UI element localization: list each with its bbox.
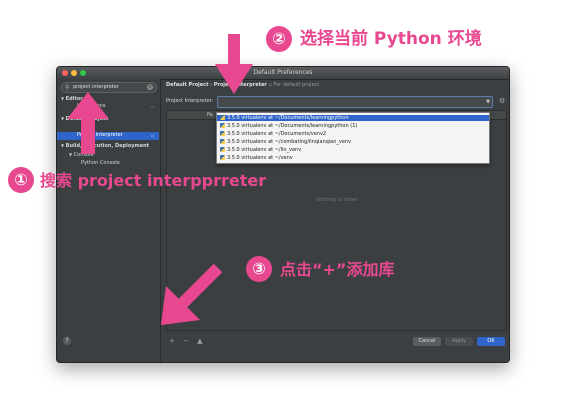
help-icon[interactable]: ? [63,337,71,345]
option-label: 3.5.0 virtualenv at ~/lin_venv [227,147,302,153]
tree-item-label: Python Console [81,160,120,166]
interpreter-label: Project Interpreter: [166,98,214,104]
breadcrumb-separator: › [210,82,213,88]
tree-item-python-console[interactable]: Python Console [81,160,120,167]
interpreter-select[interactable]: ▼ [217,96,493,108]
arrow-down-icon [215,34,253,94]
python-icon [220,131,225,136]
step-3-badge: ③ [246,256,272,282]
interpreter-option[interactable]: 3.5.0 virtualenv at ~/Documents/venv2 [217,131,489,137]
preferences-window: Default Preferences ⚲ project interprete… [56,66,510,363]
step-3-text: 点击“+”添加库 [280,260,395,279]
python-icon [220,123,225,128]
apply-button[interactable]: Apply [445,337,473,346]
interpreter-dropdown-list: 3.5.0 virtualenv at ~/Documents/learning… [216,112,490,164]
step-1-text: 搜索 project interpprreter [40,171,267,190]
project-scope-icon: ▫ [151,133,154,138]
expand-triangle-icon: ▼ [61,96,65,101]
window-title: Default Preferences [253,69,313,76]
breadcrumb-parent: Default Project [166,82,209,88]
expand-triangle-icon: ▼ [61,143,65,148]
ok-button[interactable]: OK [477,337,505,346]
empty-state-text: Nothing to show [316,197,357,203]
option-label: 3.5.0 virtualenv at ~/Documents/learning… [227,115,349,121]
interpreter-option[interactable]: 3.5.0 virtualenv at ~/Documents/learning… [217,123,489,129]
project-scope-icon: ▫ [151,104,154,109]
column-header-package[interactable]: Pa [207,111,213,119]
step-2-badge: ② [266,26,292,52]
option-label: 3.5.0 virtualenv at ~/combating/linqianq… [227,139,352,145]
arrow-diagonal-icon [161,263,223,325]
step-2-text: 选择当前 Python 环境 [300,29,482,49]
search-value: project interpreter [73,84,119,90]
gear-icon[interactable]: ⚙ [499,97,505,105]
cancel-button[interactable]: Cancel [413,337,441,346]
breadcrumb-subtitle: For default project [273,82,320,88]
chevron-down-icon: ▼ [486,99,490,105]
project-scope-icon: ▫ [268,82,272,88]
option-label: 3.5.0 virtualenv at ~/Documents/learning… [227,123,358,129]
interpreter-option[interactable]: 3.5.0 virtualenv at ~/venv [217,155,489,161]
search-icon: ⚲ [65,84,70,91]
python-icon [220,147,225,152]
interpreter-option[interactable]: 3.5.0 virtualenv at ~/combating/linqianq… [217,139,489,145]
option-label: 3.5.0 virtualenv at ~/Documents/venv2 [227,131,327,137]
python-icon [220,155,225,160]
interpreter-option[interactable]: 3.5.0 virtualenv at ~/lin_venv [217,147,489,153]
clear-search-icon[interactable]: × [147,84,153,90]
python-icon [220,139,225,144]
option-label: 3.5.0 virtualenv at ~/venv [227,155,293,161]
expand-triangle-icon: ▼ [61,116,65,121]
step-1-badge: ① [8,167,34,193]
python-icon [220,115,225,120]
arrow-up-icon [67,92,109,154]
interpreter-option[interactable]: 3.5.0 virtualenv at ~/Documents/learning… [217,115,489,121]
table-toolbar[interactable]: + − ▲ [169,337,206,345]
